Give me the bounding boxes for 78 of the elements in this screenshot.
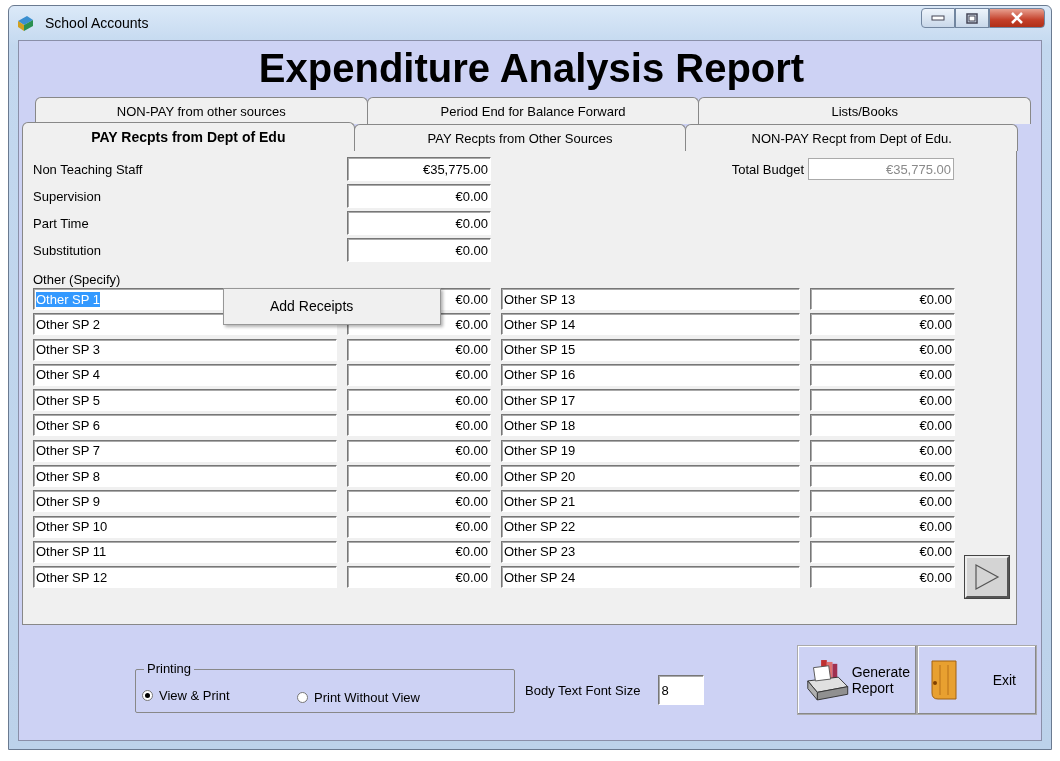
field-label: Substitution [33, 242, 102, 258]
name-field[interactable]: Other SP 3 [33, 338, 337, 361]
radio-option[interactable]: Print Without View [297, 685, 452, 705]
amount-field[interactable]: €0.00 [810, 540, 955, 563]
name-field[interactable]: Other SP 9 [33, 490, 337, 513]
name-field[interactable]: Other SP 10 [33, 515, 337, 538]
report-title: Expenditure Analysis Report [257, 45, 806, 92]
amount-field[interactable]: €0.00 [810, 566, 955, 589]
close-icon [1010, 12, 1024, 24]
amount-field[interactable]: €0.00 [347, 439, 491, 462]
amount-field[interactable]: €0.00 [347, 490, 491, 513]
amount-field[interactable]: €0.00 [810, 515, 955, 538]
amount-field[interactable]: €35,775.00 [347, 157, 491, 181]
name-field[interactable]: Other SP 6 [33, 414, 337, 437]
amount-field[interactable]: €0.00 [347, 540, 491, 563]
amount-field[interactable]: €0.00 [810, 389, 955, 412]
printer-icon [804, 657, 850, 703]
field-label: Non Teaching Staff [33, 161, 144, 177]
amount-field[interactable]: €0.00 [810, 288, 955, 310]
tab[interactable]: NON-PAY Recpt from Dept of Edu. [685, 124, 1018, 151]
name-field[interactable]: Other SP 14 [501, 313, 800, 336]
tab[interactable]: PAY Recpts from Dept of Edu [22, 122, 355, 151]
section-label: Other (Specify) [33, 272, 122, 286]
amount-field[interactable]: €0.00 [810, 414, 955, 437]
font-size-field[interactable]: 8 [658, 675, 705, 705]
name-field[interactable]: Other SP 13 [501, 288, 800, 310]
name-field[interactable]: Other SP 23 [501, 540, 800, 563]
next-button[interactable] [965, 556, 1009, 599]
tab[interactable]: PAY Recpts from Other Sources [353, 124, 687, 151]
tab[interactable]: Period End for Balance Forward [366, 97, 700, 124]
name-field[interactable]: Other SP 8 [33, 465, 337, 488]
name-field[interactable]: Other SP 24 [501, 566, 800, 589]
amount-field[interactable]: €0.00 [347, 465, 491, 488]
name-field[interactable]: Other SP 5 [33, 389, 337, 412]
name-field[interactable]: Other SP 21 [501, 490, 800, 513]
radio-option[interactable]: View & Print [142, 687, 297, 703]
name-field[interactable]: Other SP 4 [33, 363, 337, 386]
amount-field[interactable]: €0.00 [347, 238, 491, 262]
field-label: Total Budget [731, 161, 804, 177]
amount-field[interactable]: €0.00 [347, 184, 491, 208]
amount-field[interactable]: €0.00 [347, 389, 491, 412]
amount-field[interactable]: €0.00 [347, 211, 491, 235]
close-button[interactable] [989, 8, 1045, 28]
name-field[interactable]: Other SP 7 [33, 439, 337, 462]
minimize-button[interactable] [921, 8, 955, 28]
amount-field[interactable]: €0.00 [810, 490, 955, 513]
generate-report-button[interactable]: Generate Report [797, 645, 917, 715]
name-field[interactable]: Other SP 22 [501, 515, 800, 538]
name-field[interactable]: Other SP 19 [501, 439, 800, 462]
name-field[interactable]: Other SP 15 [501, 338, 800, 361]
name-field[interactable]: Other SP 12 [33, 566, 337, 589]
minimize-icon [931, 15, 945, 21]
amount-field[interactable]: €0.00 [810, 338, 955, 361]
amount-field[interactable]: €0.00 [347, 414, 491, 437]
tab[interactable]: Lists/Books [698, 97, 1031, 124]
maximize-button[interactable] [955, 8, 989, 28]
maximize-icon [966, 12, 978, 24]
name-field[interactable]: Other SP 16 [501, 363, 800, 386]
field-label: Supervision [33, 188, 102, 204]
name-field[interactable]: Other SP 17 [501, 389, 800, 412]
window-title: School Accounts [45, 15, 149, 31]
amount-field[interactable]: €0.00 [810, 465, 955, 488]
exit-button[interactable]: Exit [917, 645, 1037, 715]
amount-field[interactable]: €0.00 [347, 566, 491, 589]
name-field[interactable]: Other SP 18 [501, 414, 800, 437]
amount-field[interactable]: €0.00 [810, 363, 955, 386]
amount-field[interactable]: €0.00 [810, 313, 955, 336]
amount-field[interactable]: €0.00 [810, 439, 955, 462]
tab[interactable]: NON-PAY from other sources [35, 97, 368, 124]
name-field[interactable]: Other SP 11 [33, 540, 337, 563]
amount-field[interactable]: €0.00 [347, 515, 491, 538]
group-label: Printing [144, 661, 195, 676]
field-label: Part Time [33, 215, 90, 231]
amount-field[interactable]: €0.00 [347, 338, 491, 361]
amount-field[interactable]: €0.00 [347, 363, 491, 386]
field-label: Body Text Font Size [525, 682, 641, 698]
name-field[interactable]: Other SP 20 [501, 465, 800, 488]
books-icon [15, 13, 35, 33]
